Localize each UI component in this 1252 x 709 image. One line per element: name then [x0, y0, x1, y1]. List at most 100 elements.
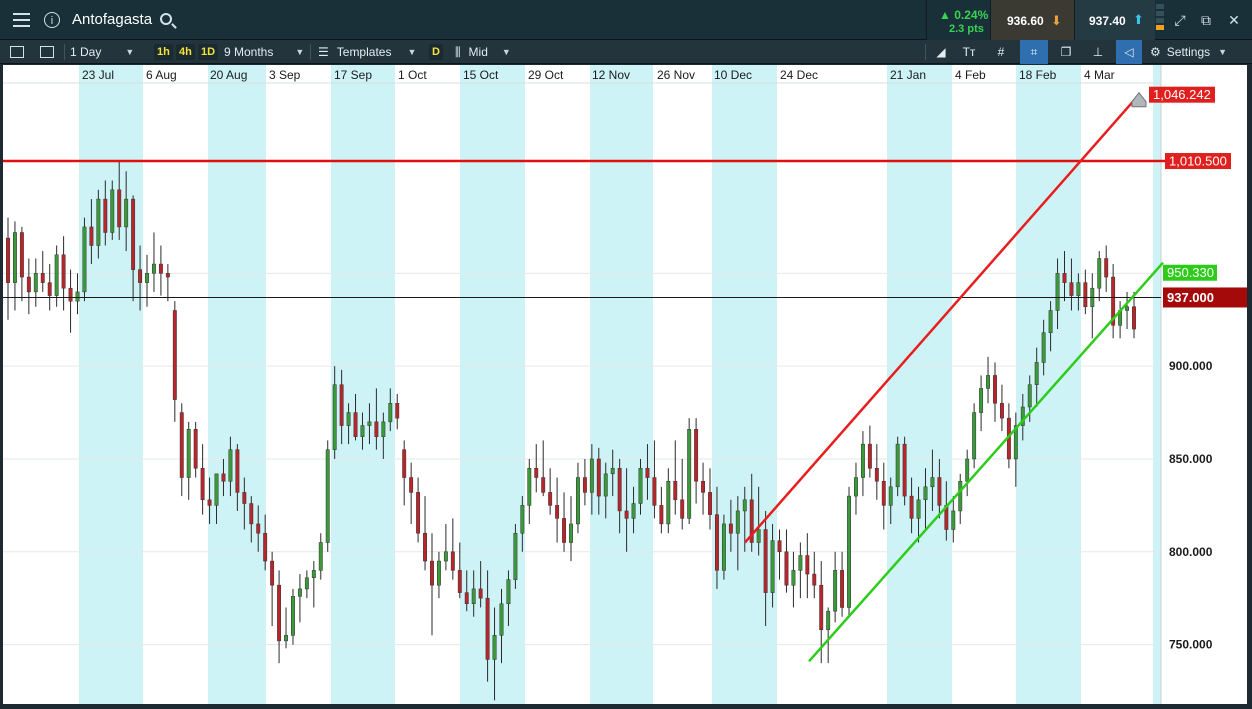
depth-gauge-icon: [1156, 4, 1164, 36]
price-change-panel: ▲ 0.24% 2.3 pts: [926, 0, 991, 40]
candle-body: [1125, 306, 1129, 311]
candle-body: [951, 510, 956, 530]
candle-body: [1034, 362, 1039, 385]
quick-interval-1h[interactable]: 1h: [154, 40, 173, 64]
candle-body: [1069, 282, 1074, 296]
candle-body: [687, 429, 692, 519]
text-tool-button[interactable]: Tт: [958, 40, 980, 64]
toolbar-divider: [925, 44, 926, 60]
candle-body: [423, 532, 427, 562]
change-percent: ▲ 0.24%: [939, 8, 989, 22]
candle-body: [6, 237, 10, 283]
candle-body: [854, 477, 858, 497]
layers-button[interactable]: ❐: [1054, 40, 1078, 64]
candle-body: [297, 588, 302, 597]
candle-body: [763, 529, 768, 593]
candle-body: [19, 232, 24, 278]
candle-body: [228, 449, 233, 482]
price-type-chip[interactable]: D: [429, 40, 443, 64]
candle-body: [388, 403, 393, 423]
candle-body: [735, 510, 740, 534]
range-value: 9 Months: [224, 45, 274, 59]
layout-button[interactable]: [40, 40, 54, 64]
candle-body: [888, 486, 893, 506]
search-icon[interactable]: [160, 13, 172, 25]
candle-body: [513, 532, 518, 580]
candle-body: [652, 477, 657, 506]
trendline-icon: ◢: [936, 45, 946, 59]
expand-icon[interactable]: ⤢: [1171, 11, 1189, 29]
indicator-button[interactable]: ⊥: [1086, 40, 1110, 64]
candle-body: [367, 421, 372, 426]
interval-value: 1 Day: [70, 45, 102, 59]
sell-button[interactable]: 936.60 ⬇: [990, 0, 1075, 40]
candle-body: [291, 596, 295, 636]
buy-button[interactable]: 937.40 ⬆: [1074, 0, 1155, 40]
crosshair-button[interactable]: #: [990, 40, 1012, 64]
candle-body: [40, 273, 45, 283]
candle-body: [152, 263, 156, 274]
menu-button[interactable]: [6, 0, 36, 40]
candle-body: [33, 273, 38, 293]
candle: [82, 217, 87, 302]
range-dropdown[interactable]: 9 Months ▼: [224, 40, 306, 64]
tag-button[interactable]: ◁: [1116, 40, 1142, 64]
candle-body: [409, 477, 414, 493]
popout-icon[interactable]: ⧉: [1197, 11, 1215, 29]
candle-body: [847, 495, 851, 608]
candle-body: [214, 473, 219, 506]
price-chart[interactable]: 750.000800.000850.000900.000950.00023 Ju…: [3, 65, 1247, 704]
candle-body: [374, 421, 379, 437]
indicator-icon: ⊥: [1092, 45, 1104, 59]
candle-body: [902, 443, 907, 497]
candle-body: [562, 518, 566, 543]
candle-body: [1104, 258, 1109, 278]
chevron-down-icon: ▼: [125, 47, 135, 57]
toolbar-divider: [310, 44, 311, 60]
magnet-grid-button[interactable]: ⌗: [1020, 40, 1048, 64]
quick-interval-4h[interactable]: 4h: [176, 40, 195, 64]
candle-body: [179, 412, 184, 478]
window-bottom-border: [0, 704, 1252, 709]
candle-body: [270, 560, 275, 586]
candle-body: [103, 198, 108, 233]
settings-button[interactable]: ⚙ Settings ▼: [1150, 40, 1227, 64]
info-button[interactable]: i: [40, 0, 64, 40]
candle-body: [721, 523, 726, 571]
draw-line-button[interactable]: ◢: [930, 40, 952, 64]
candle-body: [527, 468, 532, 506]
candle-body: [610, 468, 615, 475]
grid-layout-icon: [40, 46, 54, 58]
candle-body: [1083, 282, 1088, 308]
candle-body: [471, 588, 476, 605]
candle-body: [576, 477, 580, 525]
candle-body: [840, 570, 845, 608]
layers-icon: ❐: [1060, 45, 1072, 59]
templates-icon: ☰: [318, 45, 329, 59]
candle-body: [360, 425, 365, 437]
candle-body: [249, 503, 254, 525]
interval-dropdown[interactable]: 1 Day ▼: [70, 40, 148, 64]
candle-body: [200, 468, 205, 501]
candle-body: [436, 560, 441, 586]
chart-toolbar: 1 Day ▼ 1h 4h 1D 9 Months ▼ ☰ Templates ▼ D…: [0, 40, 1252, 64]
list-icon: [10, 46, 24, 58]
candle-body: [569, 523, 573, 543]
list-view-button[interactable]: [10, 40, 24, 64]
candle-body: [965, 458, 970, 482]
candle-body: [742, 499, 747, 512]
candle-body: [596, 458, 601, 497]
candle-body: [221, 473, 226, 482]
candle-body: [506, 579, 511, 605]
channel-bottom-price-tag-text: 950.330: [1167, 265, 1214, 280]
candle-body: [791, 570, 796, 586]
close-icon[interactable]: ✕: [1225, 11, 1243, 29]
price-type-dropdown[interactable]: ⫼ Mid ▼: [455, 40, 511, 64]
candle-body: [416, 492, 421, 534]
candle-body: [165, 273, 170, 278]
candle-body: [867, 443, 872, 469]
quick-interval-1d[interactable]: 1D: [198, 40, 219, 64]
templates-dropdown[interactable]: ☰ Templates ▼: [318, 40, 416, 64]
x-date-label: 6 Aug: [146, 68, 177, 82]
candle-body: [812, 573, 817, 586]
